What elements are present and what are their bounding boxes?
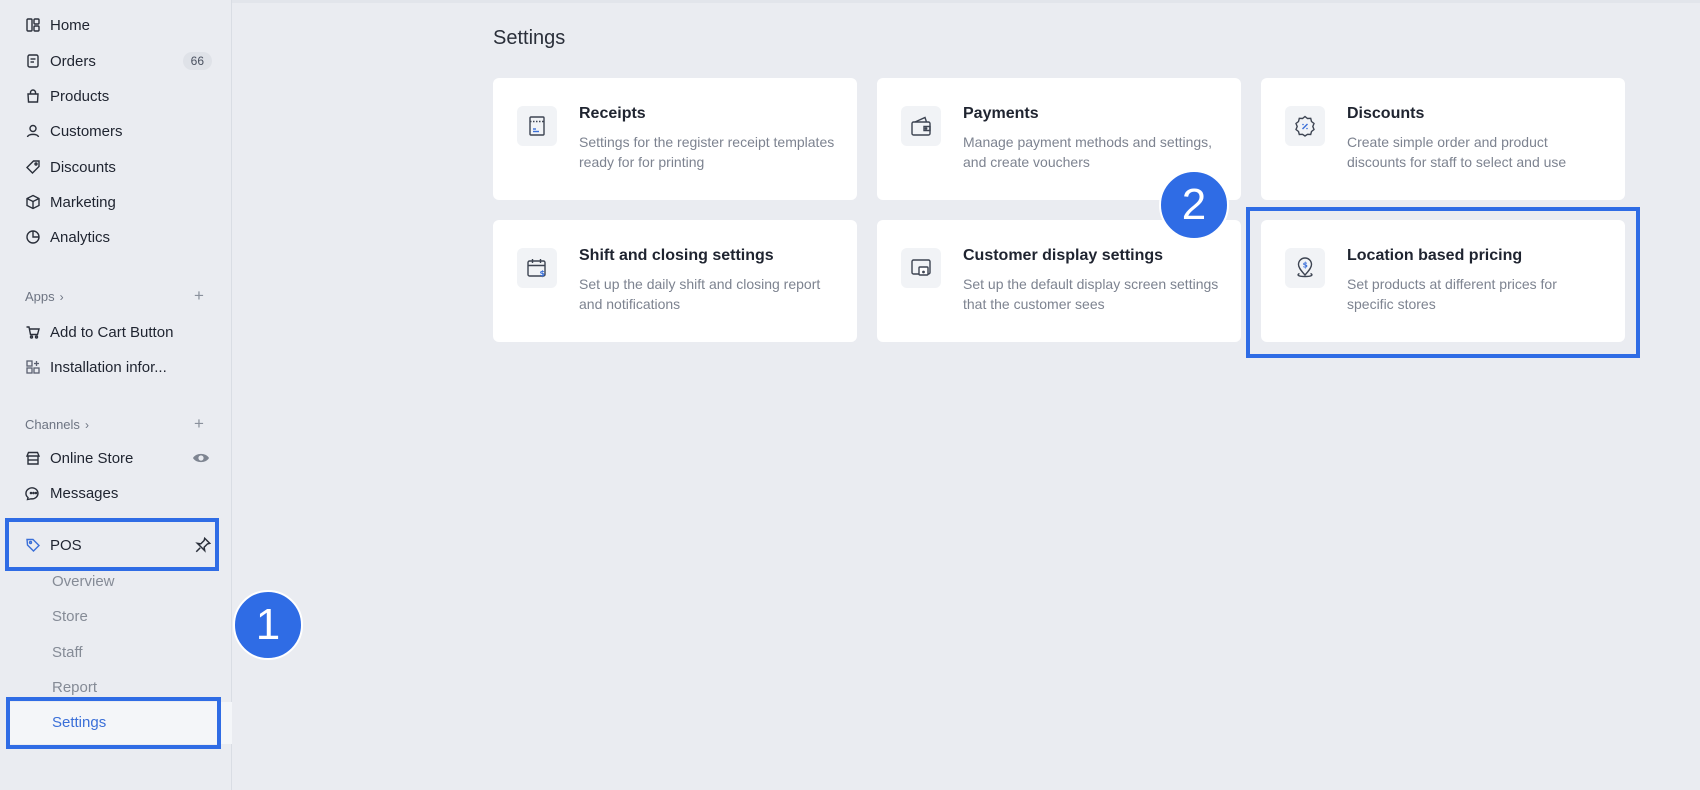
eye-icon[interactable]	[192, 450, 210, 466]
top-border	[0, 0, 1700, 3]
sidebar-item-label: Marketing	[50, 193, 116, 211]
add-channel-plus-icon[interactable]: +	[194, 415, 204, 432]
channels-section-header[interactable]: Channels ›	[25, 417, 89, 432]
page-title: Settings	[493, 27, 566, 49]
step-marker-1: 1	[233, 590, 303, 660]
display-icon	[901, 248, 941, 288]
sidebar-item-online-store[interactable]: Online Store	[16, 443, 216, 473]
orders-icon	[25, 53, 41, 69]
apps-section-header[interactable]: Apps ›	[25, 289, 64, 304]
card-receipts[interactable]: Receipts Settings for the register recei…	[493, 78, 857, 200]
sidebar-item-installation-info[interactable]: Installation infor...	[16, 352, 216, 382]
wallet-icon	[901, 106, 941, 146]
home-icon	[25, 17, 41, 33]
highlight-location-based-pricing	[1246, 207, 1640, 358]
sidebar-item-label: Installation infor...	[50, 358, 167, 376]
apps-section-label: Apps	[25, 289, 55, 304]
sidebar-item-label: Home	[50, 16, 91, 34]
card-discounts[interactable]: Discounts Create simple order and produc…	[1261, 78, 1625, 200]
card-description: Create simple order and product discount…	[1347, 134, 1567, 170]
card-title: Receipts	[579, 105, 646, 122]
receipt-icon	[517, 106, 557, 146]
sidebar: Home Orders 66 Products Customers Discou…	[0, 0, 232, 790]
card-title: Shift and closing settings	[579, 247, 774, 264]
highlight-settings	[6, 697, 221, 749]
sidebar-item-label: Online Store	[50, 449, 134, 467]
messages-icon	[25, 485, 41, 501]
card-description: Manage payment methods and settings, and…	[963, 134, 1213, 170]
channels-section-label: Channels	[25, 417, 80, 432]
pos-subitem-staff[interactable]: Staff	[52, 644, 83, 661]
pos-subitem-overview[interactable]: Overview	[52, 573, 115, 590]
card-description: Settings for the register receipt templa…	[579, 134, 835, 170]
sidebar-item-analytics[interactable]: Analytics	[16, 222, 216, 252]
orders-count-badge: 66	[182, 52, 212, 70]
discounts-icon	[25, 159, 41, 175]
sidebar-item-messages[interactable]: Messages	[16, 478, 216, 508]
sidebar-item-add-to-cart-button[interactable]: Add to Cart Button	[16, 317, 216, 347]
calendar-dollar-icon: $	[517, 248, 557, 288]
customers-icon	[25, 123, 41, 139]
marketing-icon	[25, 194, 41, 210]
sidebar-item-label: Products	[50, 87, 110, 105]
sidebar-item-orders[interactable]: Orders 66	[16, 46, 216, 76]
step-marker-2: 2	[1159, 170, 1229, 240]
sidebar-item-label: Discounts	[50, 158, 116, 176]
add-app-plus-icon[interactable]: +	[194, 287, 204, 304]
card-description: Set up the daily shift and closing repor…	[579, 276, 821, 312]
highlight-pos	[5, 518, 219, 571]
pos-subitem-store[interactable]: Store	[52, 608, 88, 625]
sidebar-item-customers[interactable]: Customers	[16, 116, 216, 146]
apps-grid-icon	[25, 359, 41, 375]
chevron-right-icon: ›	[59, 289, 64, 304]
cart-icon	[25, 324, 41, 340]
card-title: Payments	[963, 105, 1039, 122]
sidebar-item-marketing[interactable]: Marketing	[16, 187, 216, 217]
sidebar-item-label: Messages	[50, 484, 119, 502]
card-shift-and-closing-settings[interactable]: $ Shift and closing settings Set up the …	[493, 220, 857, 342]
discount-badge-icon	[1285, 106, 1325, 146]
card-title: Customer display settings	[963, 247, 1164, 264]
chevron-right-icon: ›	[84, 417, 89, 432]
store-icon	[25, 450, 41, 466]
card-title: Discounts	[1347, 105, 1425, 122]
analytics-icon	[25, 229, 41, 245]
sidebar-item-label: Analytics	[50, 228, 111, 246]
sidebar-item-label: Add to Cart Button	[50, 323, 174, 341]
card-description: Set up the default display screen settin…	[963, 276, 1219, 312]
products-icon	[25, 88, 41, 104]
svg-text:$: $	[540, 269, 546, 278]
sidebar-item-discounts[interactable]: Discounts	[16, 152, 216, 182]
pos-subitem-report[interactable]: Report	[52, 679, 97, 696]
sidebar-item-products[interactable]: Products	[16, 81, 216, 111]
sidebar-item-label: Customers	[50, 122, 123, 140]
sidebar-item-home[interactable]: Home	[16, 10, 216, 40]
sidebar-item-label: Orders	[50, 52, 96, 70]
